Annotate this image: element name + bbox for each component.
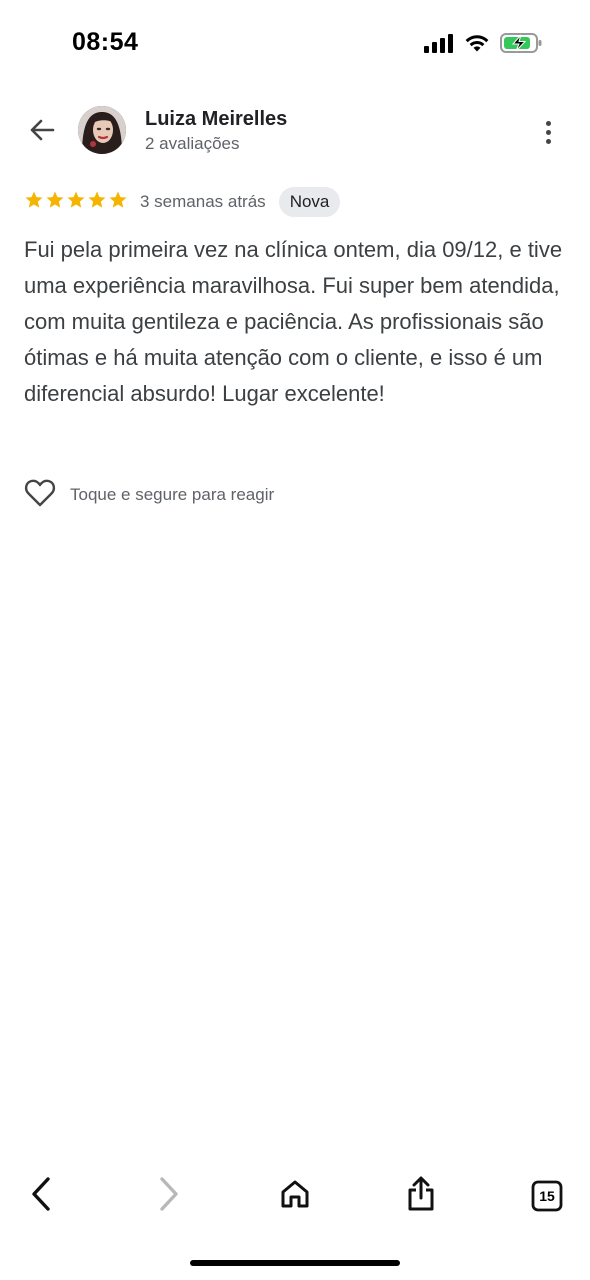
- rating-row: 3 semanas atrás Nova: [24, 186, 341, 218]
- more-vertical-icon-dot: [545, 120, 551, 126]
- back-button[interactable]: [24, 114, 60, 150]
- reviewer-avatar[interactable]: [78, 106, 126, 154]
- browser-tabs-button[interactable]: 15: [527, 1176, 567, 1216]
- home-indicator[interactable]: [190, 1260, 400, 1266]
- react-button[interactable]: Toque e segure para reagir: [24, 478, 274, 512]
- review-time-ago: 3 semanas atrás: [140, 192, 266, 211]
- tabs-icon: 15: [531, 1180, 563, 1212]
- reviewer-review-count: 2 avaliações: [145, 134, 240, 153]
- star-icon: [45, 190, 65, 215]
- wifi-icon: [464, 33, 490, 58]
- star-rating: [24, 190, 128, 215]
- chevron-right-icon: [155, 1176, 181, 1217]
- chevron-left-icon: [29, 1176, 55, 1217]
- share-icon: [405, 1176, 437, 1217]
- heart-outline-icon: [24, 478, 56, 513]
- cellular-signal-icon: [424, 33, 454, 58]
- browser-share-button[interactable]: [401, 1176, 441, 1216]
- review-header: Luiza Meirelles 2 avaliações: [0, 100, 590, 164]
- status-time: 08:54: [72, 28, 139, 56]
- browser-back-button[interactable]: [22, 1176, 62, 1216]
- star-icon: [108, 190, 128, 215]
- status-bar: 08:54: [0, 0, 590, 80]
- more-options-button[interactable]: [536, 114, 560, 150]
- tabs-count: 15: [539, 1188, 555, 1204]
- browser-forward-button[interactable]: [148, 1176, 188, 1216]
- star-icon: [66, 190, 86, 215]
- review-text: Fui pela primeira vez na clínica ontem, …: [24, 237, 563, 406]
- react-label: Toque e segure para reagir: [70, 485, 275, 504]
- new-badge: Nova: [278, 187, 341, 217]
- reviewer-name[interactable]: Luiza Meirelles: [145, 108, 287, 131]
- star-icon: [87, 190, 107, 215]
- home-icon: [279, 1178, 311, 1215]
- browser-toolbar: 15: [0, 1160, 590, 1232]
- arrow-left-icon: [28, 116, 56, 149]
- more-vertical-icon-dot: [545, 138, 551, 144]
- battery-charging-icon: [500, 32, 542, 59]
- browser-home-button[interactable]: [275, 1176, 315, 1216]
- status-icons: [424, 32, 542, 59]
- star-icon: [24, 190, 44, 215]
- more-vertical-icon-dot: [545, 129, 551, 135]
